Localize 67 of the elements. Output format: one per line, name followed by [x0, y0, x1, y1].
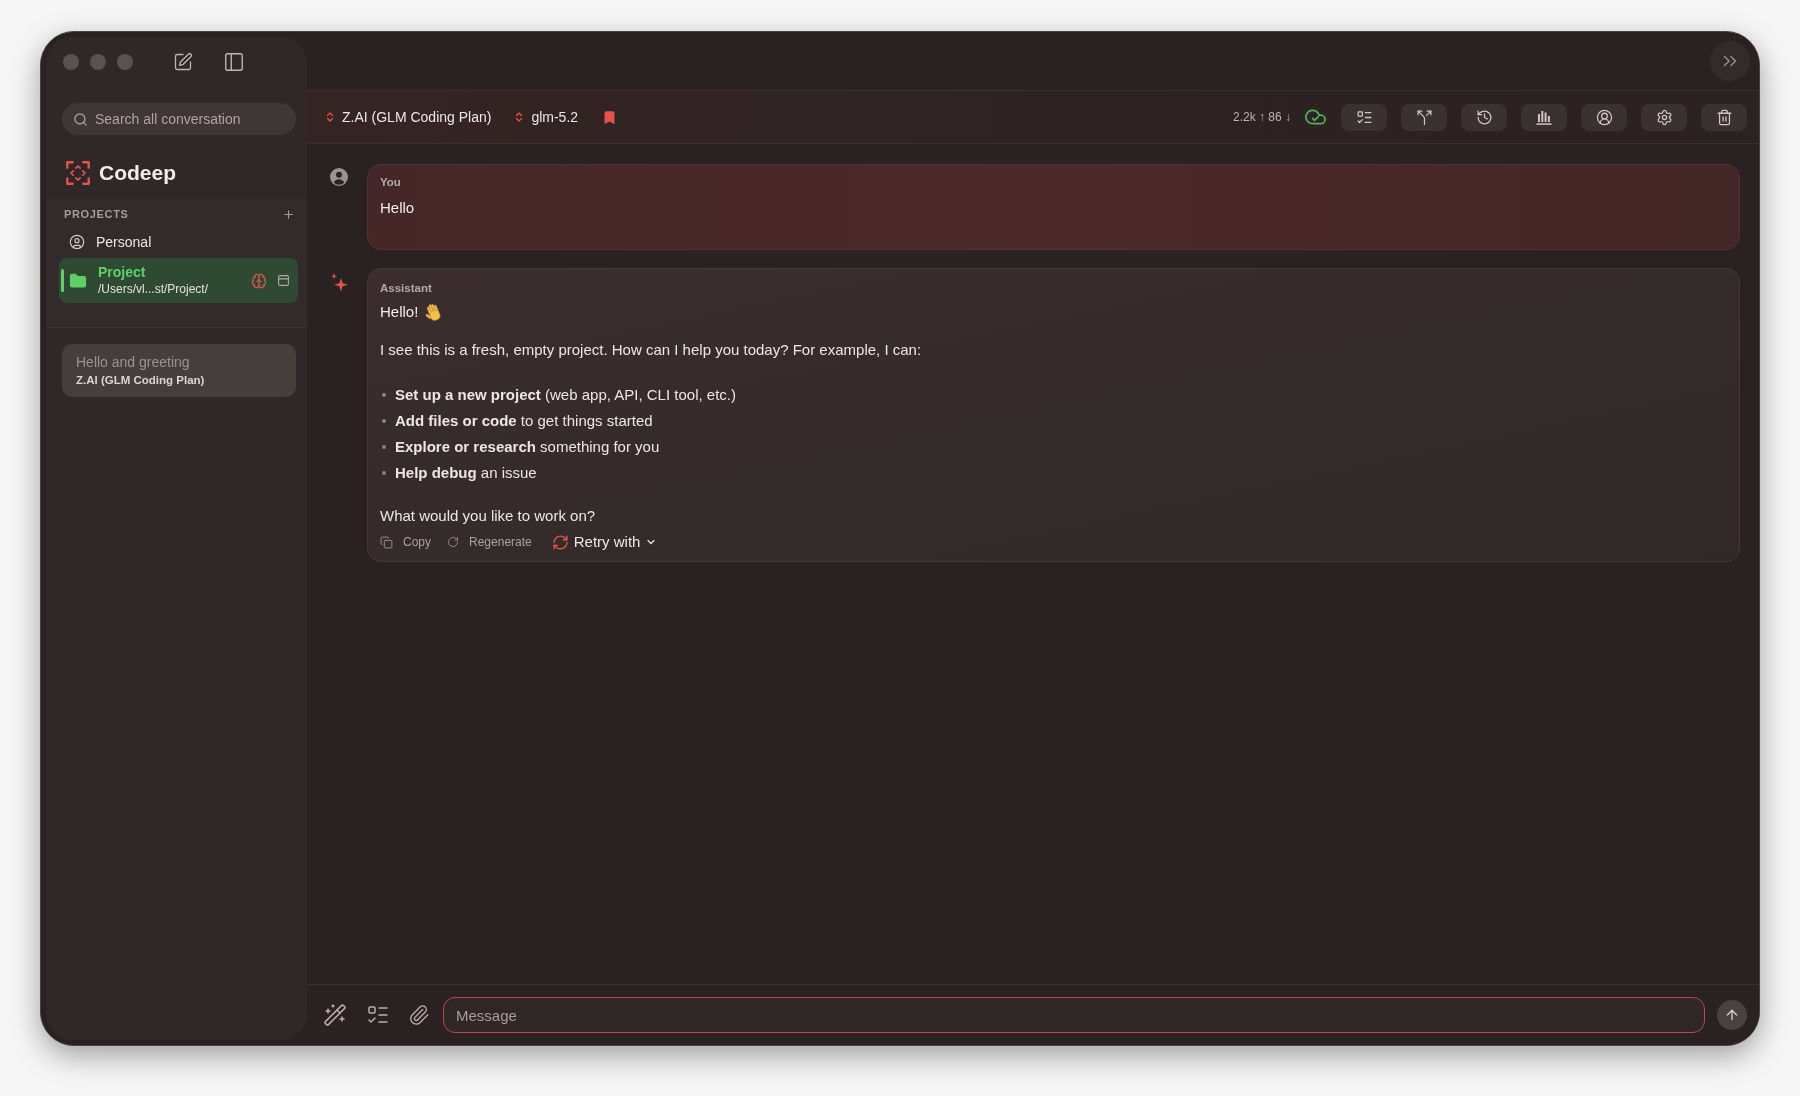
- bullet-icon: [382, 445, 386, 449]
- bullet-icon: [382, 419, 386, 423]
- project-item[interactable]: Project /Users/vl...st/Project/: [59, 258, 298, 303]
- provider-selector[interactable]: Z.AI (GLM Coding Plan): [324, 106, 492, 128]
- magic-wand-icon[interactable]: [323, 1003, 347, 1027]
- greeting-text: Hello!: [380, 302, 419, 322]
- delete-button[interactable]: [1701, 103, 1747, 131]
- copy-button[interactable]: Copy: [380, 533, 431, 551]
- cloud-check-icon: [1305, 109, 1326, 125]
- user-avatar-icon: [330, 168, 348, 186]
- bullet-icon: [382, 471, 386, 475]
- stats-button[interactable]: [1521, 103, 1567, 131]
- retry-button[interactable]: Retry with: [551, 530, 658, 554]
- settings-icon: [1655, 108, 1673, 126]
- message-paragraph: What would you like to work on?: [380, 506, 597, 526]
- rotate-icon: [447, 536, 459, 548]
- copy-icon: [380, 535, 393, 549]
- message-text: Hello: [380, 198, 416, 218]
- expand-button[interactable]: [1710, 41, 1750, 81]
- split-arrows-icon: [1415, 108, 1433, 126]
- conversation-title: Hello and greeting: [76, 353, 191, 372]
- tasks-button[interactable]: [1341, 103, 1387, 131]
- list-item-text: Help debug an issue: [395, 463, 537, 483]
- message-paragraph: I see this is a fresh, empty project. How can I help you today? For example, I can:: [380, 340, 923, 360]
- bar-chart-icon: [1536, 109, 1552, 125]
- conversation-item[interactable]: Hello and greeting Z.AI (GLM Coding Plan): [62, 344, 296, 397]
- message-author: You: [380, 175, 402, 189]
- compose-icon[interactable]: [173, 52, 193, 72]
- project-item[interactable]: Personal: [59, 226, 298, 258]
- user-circle-icon: [1595, 108, 1613, 126]
- profile-button[interactable]: [1581, 103, 1627, 131]
- folder-icon: [69, 271, 87, 290]
- app-name: Codeep: [99, 161, 176, 185]
- search-field[interactable]: Search all conversation: [62, 103, 296, 135]
- window-icon[interactable]: [277, 274, 290, 287]
- bookmark-icon[interactable]: [602, 109, 618, 125]
- add-icon[interactable]: [282, 207, 295, 221]
- send-button[interactable]: [1717, 1000, 1747, 1030]
- sidebar-toggle-icon[interactable]: [223, 51, 245, 73]
- bullet-icon: [382, 393, 386, 397]
- token-count: 2.2k ↑ 86 ↓: [1232, 109, 1291, 126]
- paperclip-icon[interactable]: [408, 1004, 430, 1026]
- user-circle-icon: [69, 234, 85, 250]
- project-name: Personal: [96, 233, 153, 252]
- history-icon: [1475, 108, 1493, 126]
- settings-button[interactable]: [1641, 103, 1687, 131]
- history-button[interactable]: [1461, 103, 1507, 131]
- refresh-icon: [551, 533, 569, 551]
- model-selector[interactable]: glm-5.2: [513, 106, 579, 128]
- sparkle-icon: [330, 273, 348, 292]
- list-item-text: Set up a new project (web app, API, CLI tool, etc.): [395, 385, 736, 405]
- regenerate-button[interactable]: Regenerate: [447, 533, 532, 551]
- list-item-text: Add files or code to get things started: [395, 411, 653, 431]
- checklist-icon: [1355, 108, 1373, 126]
- project-path: /Users/vl...st/Project/: [98, 281, 210, 297]
- list-item-text: Explore or research something for you: [395, 437, 660, 457]
- message-input[interactable]: Message: [443, 997, 1705, 1033]
- brain-icon[interactable]: [251, 272, 267, 289]
- up-down-chevron-icon: [324, 111, 336, 123]
- project-name: Project: [98, 264, 147, 281]
- logo-icon: [66, 161, 90, 185]
- section-heading: PROJECTS: [64, 207, 129, 222]
- fork-button[interactable]: [1401, 103, 1447, 131]
- message-author: Assistant: [380, 281, 433, 295]
- trash-icon: [1715, 108, 1733, 126]
- search-icon: [73, 111, 88, 127]
- conversation-provider: Z.AI (GLM Coding Plan): [76, 373, 206, 388]
